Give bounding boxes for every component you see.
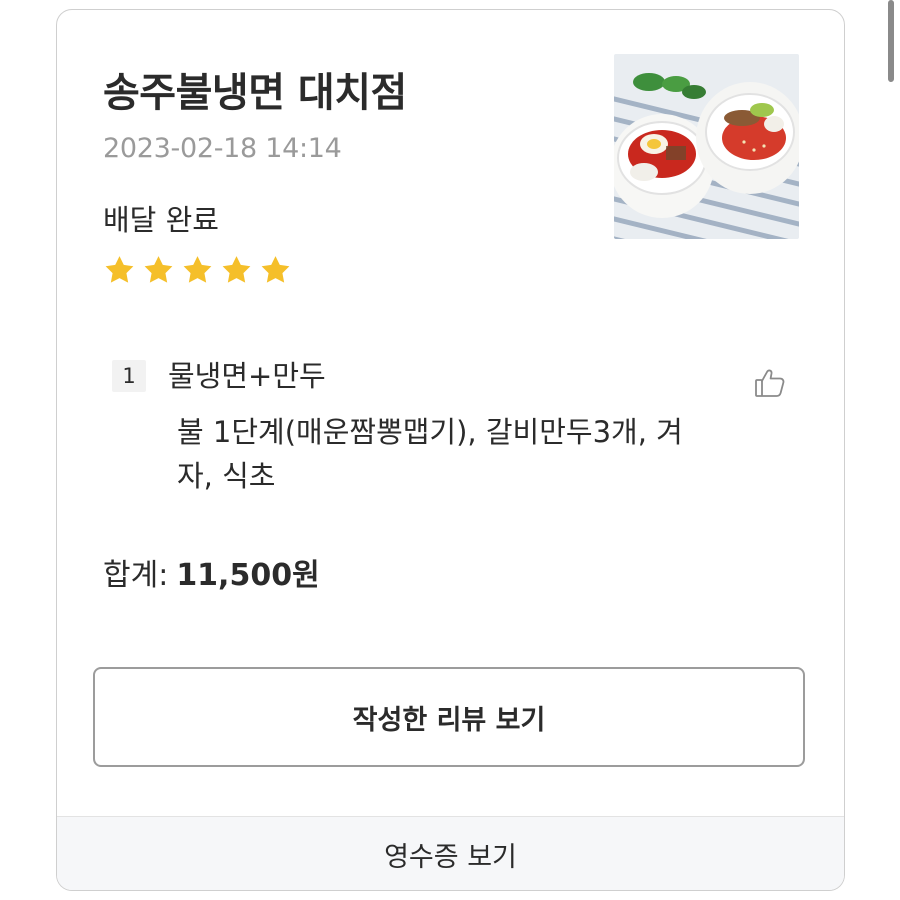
view-review-button[interactable]: 작성한 리뷰 보기	[93, 667, 805, 767]
item-index: 1	[112, 360, 146, 392]
star-rating	[103, 254, 292, 286]
view-receipt-button[interactable]: 영수증 보기	[57, 816, 844, 890]
order-status: 배달 완료	[103, 203, 219, 237]
store-name[interactable]: 송주불냉면 대치점	[103, 60, 407, 118]
menu-thumbnail[interactable]	[614, 54, 799, 239]
star-icon	[181, 254, 214, 286]
star-icon	[259, 254, 292, 286]
item-options: 불 1단계(매운짬뽕맵기), 갈비만두3개, 겨자, 식초	[177, 415, 683, 493]
order-total: 합계: 11,500원	[103, 550, 320, 594]
star-icon	[142, 254, 175, 286]
page-scrollbar[interactable]	[888, 0, 894, 82]
item-name: 물냉면+만두	[168, 359, 326, 393]
order-date: 2023-02-18 14:14	[103, 133, 342, 164]
thumbs-up-icon[interactable]	[752, 365, 788, 401]
star-icon	[220, 254, 253, 286]
star-icon	[103, 254, 136, 286]
order-card: 송주불냉면 대치점 2023-02-18 14:14 배달 완료 1 물냉면+만…	[56, 9, 845, 891]
total-amount: 11,500원	[176, 558, 320, 593]
total-label: 합계:	[103, 558, 169, 593]
